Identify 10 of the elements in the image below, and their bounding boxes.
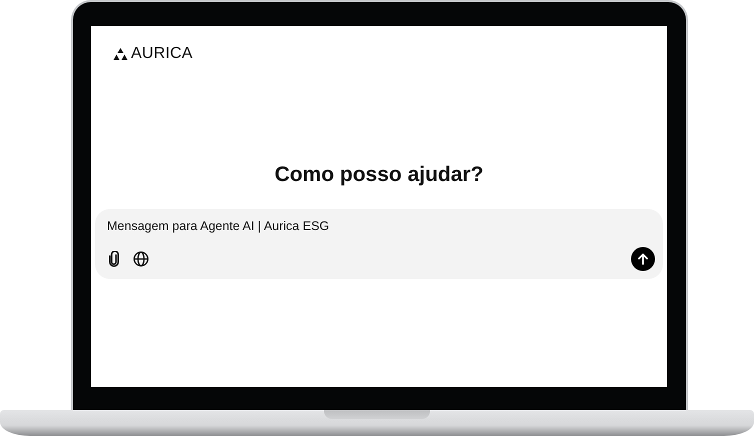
paperclip-icon: [107, 251, 121, 267]
globe-icon: [133, 251, 149, 267]
heading: Como posso ajudar?: [274, 163, 484, 187]
arrow-up-icon: [637, 253, 649, 265]
attach-button[interactable]: [107, 251, 121, 267]
logo-icon: [113, 48, 128, 60]
message-field[interactable]: Mensagem para Agente AI | Aurica ESG: [107, 219, 655, 233]
brand-name: AURICA: [131, 45, 193, 63]
web-search-button[interactable]: [133, 251, 149, 267]
send-button[interactable]: [631, 247, 655, 271]
